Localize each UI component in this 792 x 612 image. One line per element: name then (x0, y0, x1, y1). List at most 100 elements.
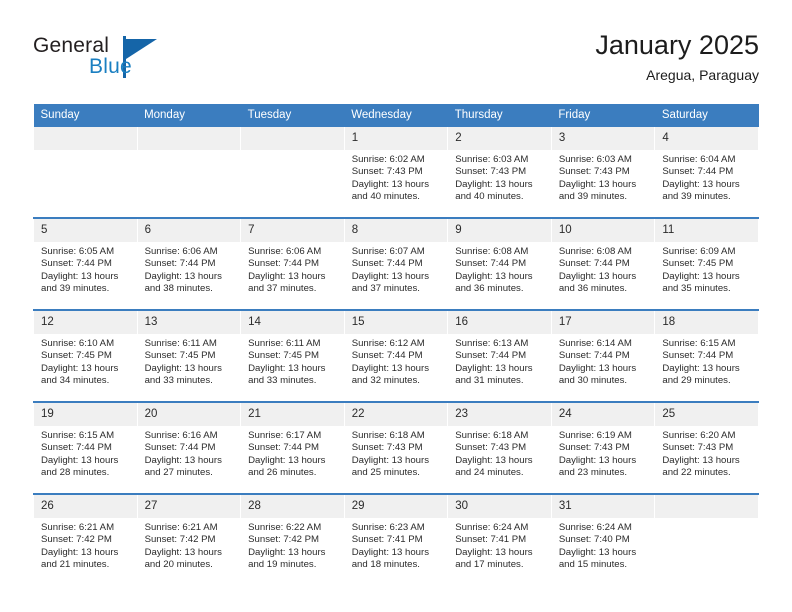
sunset-text: Sunset: 7:44 PM (351, 350, 423, 362)
calendar-day-cell[interactable]: 21 Sunrise: 6:17 AM Sunset: 7:44 PM Dayligh… (240, 402, 345, 494)
sunset-text: Sunset: 7:43 PM (455, 442, 527, 454)
daylight-text-line2: and 27 minutes. (144, 467, 213, 479)
daylight-text-line2: and 18 minutes. (351, 559, 420, 571)
calendar-day-cell[interactable]: 8 Sunrise: 6:07 AM Sunset: 7:44 PM Daylight… (343, 218, 449, 310)
day-sun-info: Sunrise: 6:11 AM Sunset: 7:45 PM Daylight:… (242, 334, 344, 388)
day-number: 15 (345, 311, 447, 334)
daylight-text-line2: and 32 minutes. (351, 375, 420, 387)
calendar-day-cell[interactable]: 26 Sunrise: 6:21 AM Sunset: 7:42 PM Dayligh… (33, 494, 138, 585)
calendar-day-cell[interactable]: 16 Sunrise: 6:13 AM Sunset: 7:44 PM Dayligh… (447, 310, 552, 402)
calendar-day-cell[interactable]: 4 Sunrise: 6:04 AM Sunset: 7:44 PM Daylight… (654, 127, 759, 218)
calendar-day-cell[interactable]: 12 Sunrise: 6:10 AM Sunset: 7:45 PM Dayligh… (33, 310, 138, 402)
day-number: 8 (345, 219, 447, 242)
calendar-day-cell[interactable]: 17 Sunrise: 6:14 AM Sunset: 7:44 PM Dayligh… (550, 310, 656, 402)
sunset-text: Sunset: 7:44 PM (455, 258, 527, 270)
calendar-day-cell[interactable]: 7 Sunrise: 6:06 AM Sunset: 7:44 PM Daylight… (240, 218, 345, 310)
day-sun-info: Sunrise: 6:13 AM Sunset: 7:44 PM Daylight:… (449, 334, 551, 388)
daylight-text-line2: and 36 minutes. (558, 283, 628, 295)
day-sun-info: Sunrise: 6:15 AM Sunset: 7:44 PM Daylight:… (656, 334, 758, 388)
daylight-text-line1: Daylight: 13 hours (41, 454, 119, 466)
daylight-text-line1: Daylight: 13 hours (662, 270, 740, 282)
day-number: 17 (552, 311, 654, 334)
daylight-text-line1: Daylight: 13 hours (558, 546, 637, 558)
day-number: 30 (448, 495, 551, 518)
calendar-day-cell[interactable]: 31 Sunrise: 6:24 AM Sunset: 7:40 PM Dayligh… (550, 494, 656, 585)
day-number: 18 (655, 311, 758, 334)
sunset-text: Sunset: 7:43 PM (662, 442, 734, 454)
day-sun-info: Sunrise: 6:02 AM Sunset: 7:43 PM Daylight:… (345, 150, 447, 204)
calendar-day-cell[interactable]: 9 Sunrise: 6:08 AM Sunset: 7:44 PM Daylight… (447, 218, 552, 310)
brand-logo[interactable]: General Blue (33, 34, 173, 90)
calendar-day-cell[interactable]: 20 Sunrise: 6:16 AM Sunset: 7:44 PM Dayligh… (136, 402, 242, 494)
day-number: 10 (552, 219, 654, 242)
day-number: 11 (655, 219, 758, 242)
sunrise-text: Sunrise: 6:12 AM (351, 338, 425, 349)
calendar-day-cell[interactable]: 25 Sunrise: 6:20 AM Sunset: 7:43 PM Dayligh… (654, 402, 759, 494)
daylight-text-line1: Daylight: 13 hours (351, 270, 430, 282)
calendar-day-cell[interactable]: 30 Sunrise: 6:24 AM Sunset: 7:41 PM Dayligh… (447, 494, 552, 585)
sunset-text: Sunset: 7:44 PM (558, 258, 630, 270)
calendar-day-cell[interactable]: 19 Sunrise: 6:15 AM Sunset: 7:44 PM Dayligh… (33, 402, 138, 494)
sunrise-text: Sunrise: 6:04 AM (662, 154, 736, 165)
sunrise-text: Sunrise: 6:03 AM (558, 154, 632, 165)
calendar-day-cell[interactable]: 10 Sunrise: 6:08 AM Sunset: 7:44 PM Dayligh… (550, 218, 656, 310)
sunset-text: Sunset: 7:45 PM (41, 350, 112, 362)
calendar-day-cell[interactable]: 6 Sunrise: 6:06 AM Sunset: 7:44 PM Daylight… (136, 218, 242, 310)
daylight-text-line1: Daylight: 13 hours (248, 454, 326, 466)
sunrise-text: Sunrise: 6:11 AM (248, 338, 321, 349)
sunset-text: Sunset: 7:44 PM (248, 442, 320, 454)
sunset-text: Sunset: 7:43 PM (351, 166, 423, 178)
day-sun-info: Sunrise: 6:08 AM Sunset: 7:44 PM Daylight:… (449, 242, 551, 296)
calendar-day-cell[interactable]: 22 Sunrise: 6:18 AM Sunset: 7:43 PM Dayligh… (343, 402, 449, 494)
calendar-week-row: 5 Sunrise: 6:05 AM Sunset: 7:44 PM Daylight… (33, 218, 759, 310)
sunrise-text: Sunrise: 6:23 AM (351, 522, 425, 533)
sunrise-text: Sunrise: 6:09 AM (662, 246, 736, 257)
sunset-text: Sunset: 7:45 PM (144, 350, 216, 362)
calendar-day-cell[interactable]: 18 Sunrise: 6:15 AM Sunset: 7:44 PM Dayligh… (654, 310, 759, 402)
sunrise-text: Sunrise: 6:21 AM (144, 522, 218, 533)
daylight-text-line1: Daylight: 13 hours (351, 546, 430, 558)
sunrise-text: Sunrise: 6:19 AM (558, 430, 632, 441)
calendar-day-cell[interactable]: 2 Sunrise: 6:03 AM Sunset: 7:43 PM Daylight… (447, 127, 552, 218)
calendar-day-cell[interactable]: 15 Sunrise: 6:12 AM Sunset: 7:44 PM Dayligh… (343, 310, 449, 402)
calendar-day-cell[interactable]: 14 Sunrise: 6:11 AM Sunset: 7:45 PM Dayligh… (240, 310, 345, 402)
calendar-day-cell[interactable]: 24 Sunrise: 6:19 AM Sunset: 7:43 PM Dayligh… (550, 402, 656, 494)
daylight-text-line2: and 39 minutes. (662, 191, 731, 203)
daylight-text-line1: Daylight: 13 hours (144, 454, 222, 466)
day-number: 9 (448, 219, 551, 242)
day-sun-info: Sunrise: 6:09 AM Sunset: 7:45 PM Daylight:… (656, 242, 758, 296)
day-number: 29 (345, 495, 447, 518)
sunrise-text: Sunrise: 6:20 AM (662, 430, 736, 441)
calendar-day-cell[interactable]: 29 Sunrise: 6:23 AM Sunset: 7:41 PM Dayligh… (343, 494, 449, 585)
sunrise-text: Sunrise: 6:07 AM (351, 246, 425, 257)
calendar-day-cell[interactable]: 23 Sunrise: 6:18 AM Sunset: 7:43 PM Dayligh… (447, 402, 552, 494)
day-sun-info: Sunrise: 6:07 AM Sunset: 7:44 PM Daylight:… (345, 242, 447, 296)
sunrise-text: Sunrise: 6:11 AM (144, 338, 217, 349)
daylight-text-line1: Daylight: 13 hours (455, 362, 533, 374)
sunrise-text: Sunrise: 6:16 AM (144, 430, 218, 441)
day-number: 24 (552, 403, 654, 426)
calendar-day-cell[interactable]: 27 Sunrise: 6:21 AM Sunset: 7:42 PM Dayligh… (136, 494, 242, 585)
calendar-day-cell[interactable]: 13 Sunrise: 6:11 AM Sunset: 7:45 PM Dayligh… (136, 310, 242, 402)
calendar-day-cell[interactable]: 11 Sunrise: 6:09 AM Sunset: 7:45 PM Dayligh… (654, 218, 759, 310)
calendar-day-cell[interactable]: 5 Sunrise: 6:05 AM Sunset: 7:44 PM Daylight… (33, 218, 138, 310)
calendar-day-cell[interactable]: 28 Sunrise: 6:22 AM Sunset: 7:42 PM Dayligh… (240, 494, 345, 585)
sunrise-text: Sunrise: 6:18 AM (351, 430, 425, 441)
calendar-day-cell[interactable]: 3 Sunrise: 6:03 AM Sunset: 7:43 PM Daylight… (550, 127, 656, 218)
day-number: 12 (34, 311, 137, 334)
day-number: 27 (138, 495, 240, 518)
day-number: 13 (138, 311, 240, 334)
calendar-day-cell-empty (136, 127, 242, 218)
day-number: 14 (241, 311, 344, 334)
weekday-header-saturday: Saturday (654, 104, 759, 127)
daylight-text-line1: Daylight: 13 hours (455, 178, 533, 190)
sunset-text: Sunset: 7:44 PM (41, 258, 112, 270)
day-number: 28 (241, 495, 344, 518)
sunrise-text: Sunrise: 6:14 AM (558, 338, 632, 349)
weekday-header-sunday: Sunday (33, 104, 138, 127)
day-sun-info: Sunrise: 6:19 AM Sunset: 7:43 PM Daylight:… (552, 426, 654, 480)
weekday-header-thursday: Thursday (447, 104, 552, 127)
daylight-text-line1: Daylight: 13 hours (662, 178, 740, 190)
calendar-day-cell[interactable]: 1 Sunrise: 6:02 AM Sunset: 7:43 PM Daylight… (343, 127, 449, 218)
sunrise-text: Sunrise: 6:18 AM (455, 430, 529, 441)
